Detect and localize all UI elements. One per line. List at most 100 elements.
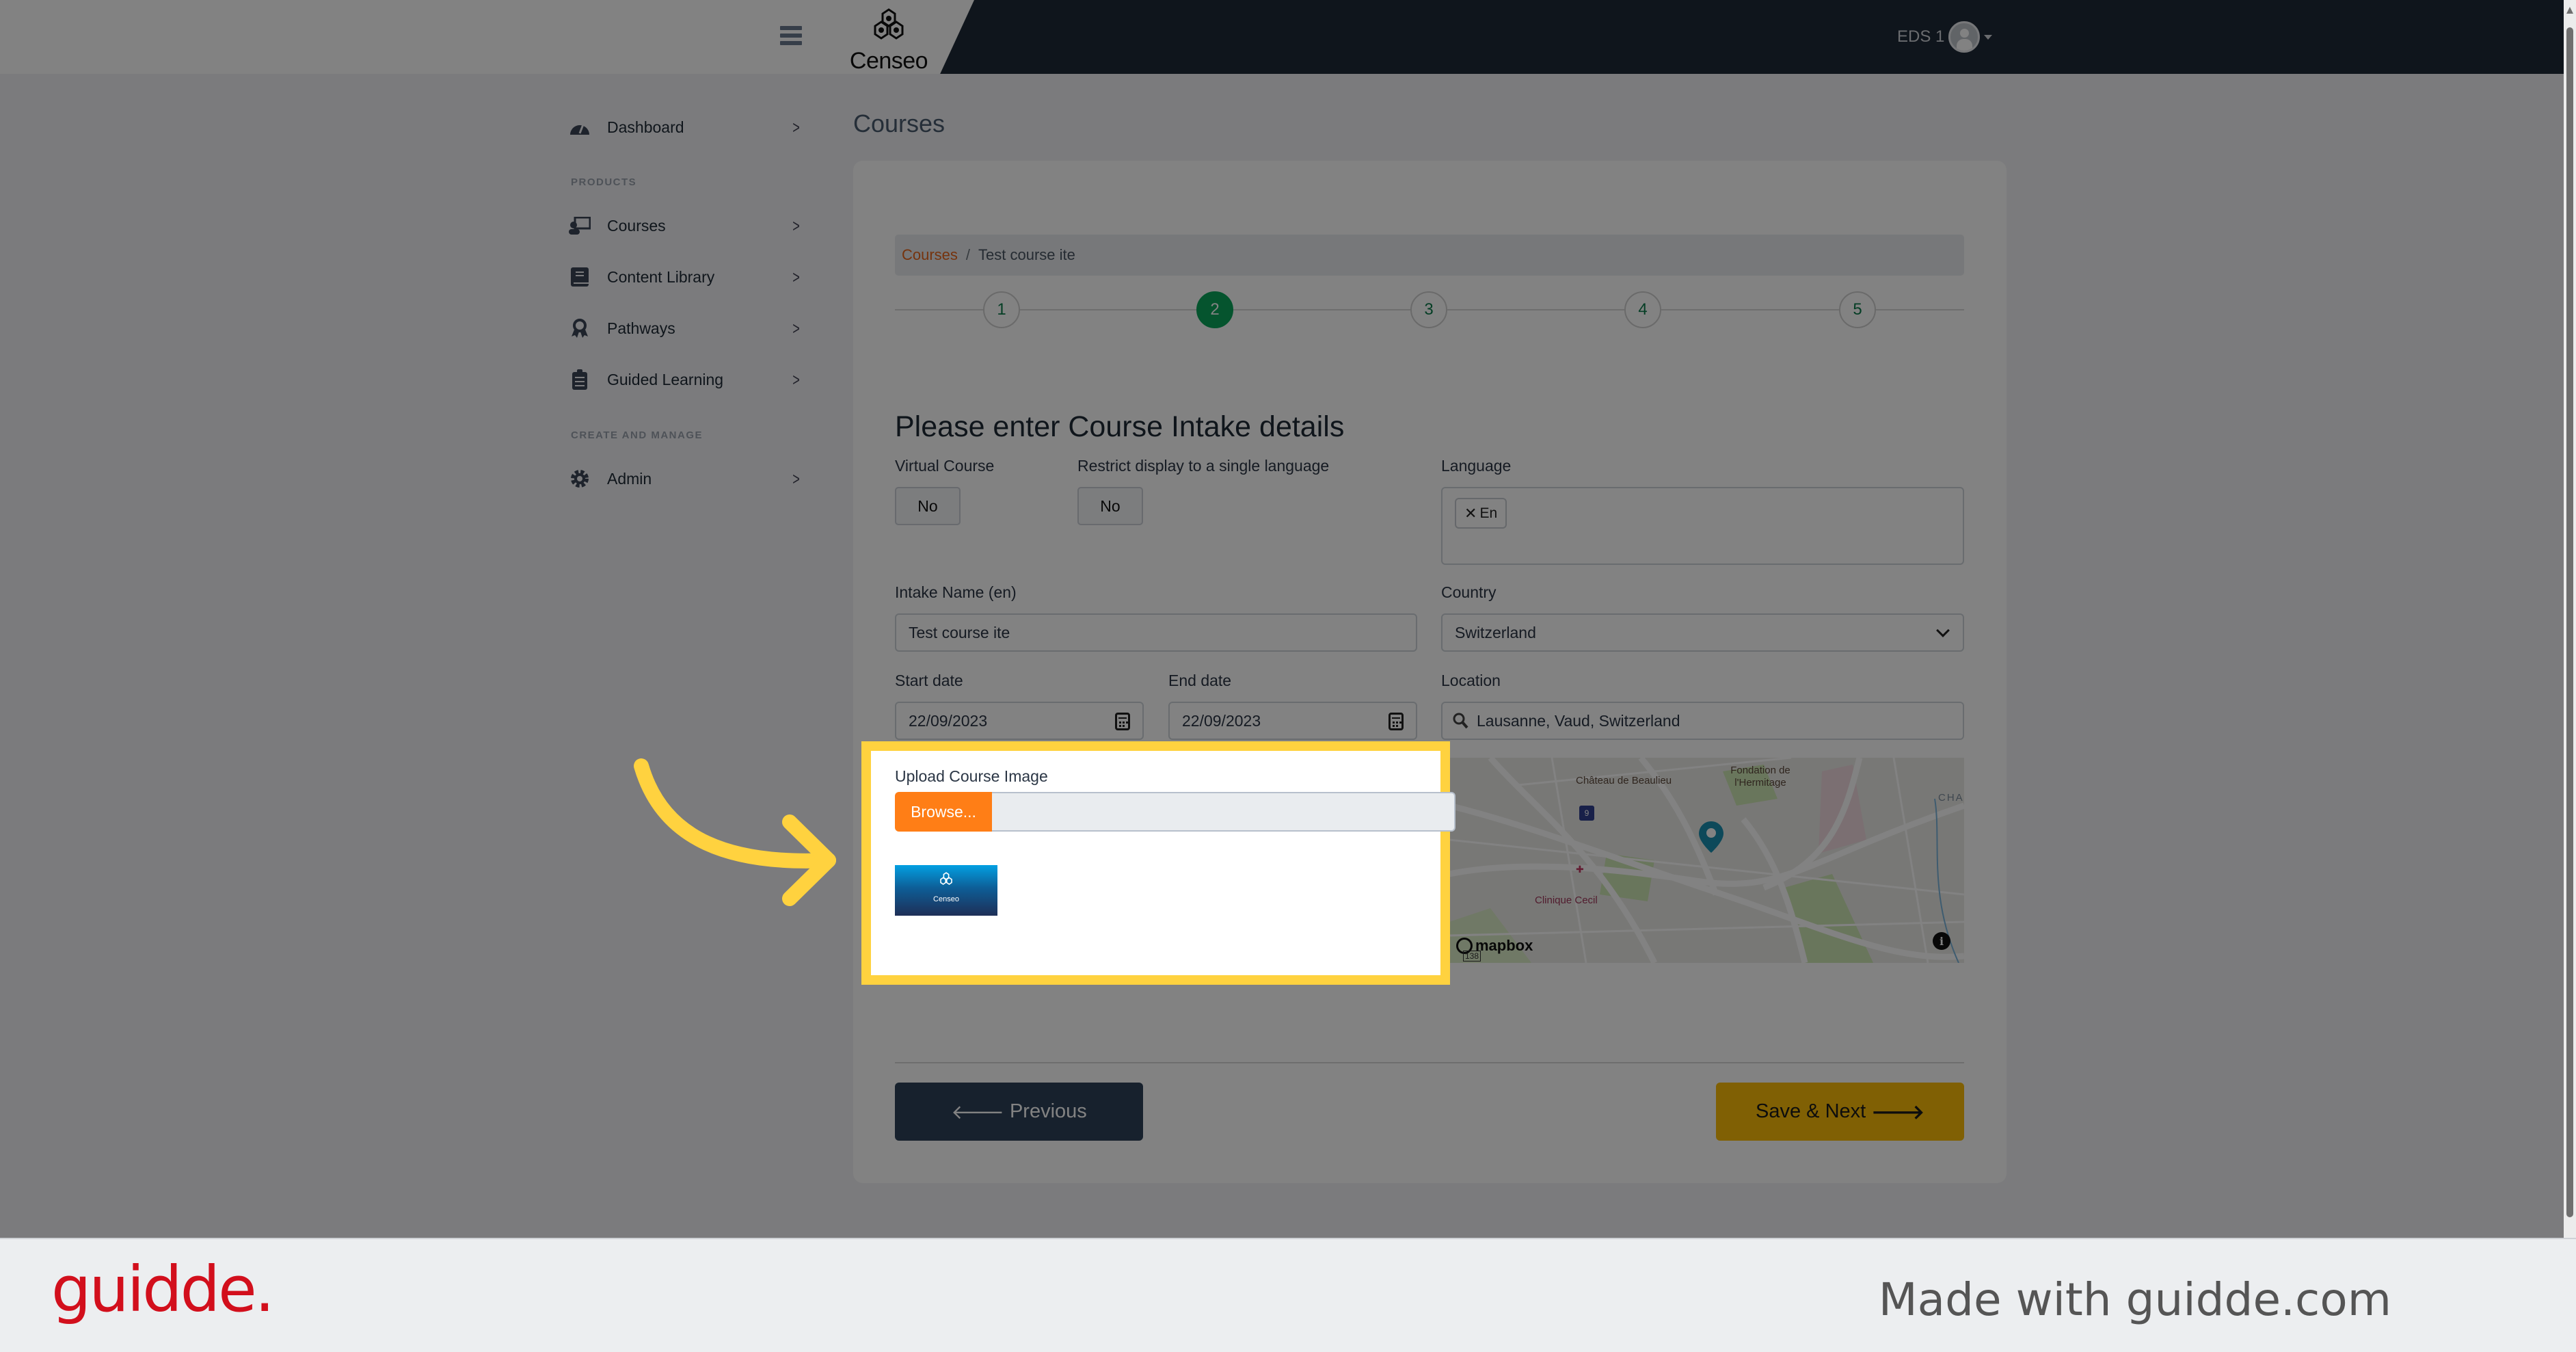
search-icon bbox=[1453, 713, 1468, 729]
end-date-input[interactable]: 22/09/2023 bbox=[1168, 702, 1417, 740]
sidebar-item-label: Pathways bbox=[607, 319, 675, 337]
caret-down-icon bbox=[1984, 34, 1993, 40]
previous-button-label: Previous bbox=[1009, 1100, 1087, 1122]
file-upload-input[interactable]: Browse... bbox=[895, 792, 1455, 832]
scrollbar-thumb[interactable] bbox=[2566, 27, 2573, 1217]
user-name: EDS 1 bbox=[1897, 27, 1945, 46]
step-4[interactable]: 4 bbox=[1624, 291, 1661, 328]
start-date-value: 22/09/2023 bbox=[909, 711, 988, 730]
mapbox-attribution: mapbox bbox=[1475, 937, 1533, 954]
step-5[interactable]: 5 bbox=[1839, 291, 1876, 328]
made-with-guidde: Made with guidde.com bbox=[1878, 1273, 2391, 1326]
virtual-course-label: Virtual Course bbox=[895, 457, 995, 475]
scroll-up-icon[interactable] bbox=[2566, 7, 2573, 14]
censeo-logo-icon bbox=[874, 8, 904, 40]
location-map[interactable]: Château de Beaulieu Fondation de l'Hermi… bbox=[1449, 758, 1964, 963]
censeo-logo[interactable]: Censeo bbox=[848, 7, 930, 74]
censeo-logo-icon bbox=[895, 872, 997, 892]
map-label: Château de Beaulieu bbox=[1576, 775, 1672, 786]
country-select[interactable]: Switzerland bbox=[1441, 613, 1964, 652]
preview-logo-text: Censeo bbox=[933, 895, 959, 903]
step-3[interactable]: 3 bbox=[1410, 291, 1447, 328]
sidebar-item-courses[interactable]: Courses > bbox=[567, 205, 814, 246]
intake-name-input[interactable]: Test course ite bbox=[895, 613, 1417, 652]
sidebar-item-admin[interactable]: Admin > bbox=[567, 458, 814, 499]
sidebar-item-content-library[interactable]: Content Library > bbox=[567, 256, 814, 297]
save-next-button-label: Save & Next bbox=[1756, 1100, 1866, 1122]
page-scrollbar[interactable] bbox=[2564, 0, 2576, 1238]
sidebar-item-dashboard[interactable]: Dashboard > bbox=[567, 107, 814, 148]
user-avatar-icon bbox=[1948, 21, 1981, 53]
location-search-input[interactable]: Lausanne, Vaud, Switzerland bbox=[1441, 702, 1964, 740]
save-next-button[interactable]: Save & Next 🡒 bbox=[1716, 1083, 1964, 1141]
restrict-language-label: Restrict display to a single language bbox=[1077, 457, 1330, 475]
road-badge: 9 bbox=[1579, 806, 1594, 821]
hospital-icon: ✚ bbox=[1576, 864, 1584, 875]
navbar-brand-area bbox=[0, 0, 974, 74]
sidebar-item-label: Courses bbox=[607, 216, 666, 235]
country-label: Country bbox=[1441, 583, 1497, 601]
sidebar-item-label: Admin bbox=[607, 469, 652, 488]
calendar-icon[interactable] bbox=[1388, 713, 1404, 730]
sidebar-item-pathways[interactable]: Pathways > bbox=[567, 308, 814, 349]
chevron-right-icon: > bbox=[792, 215, 800, 236]
logo-text: Censeo bbox=[849, 48, 928, 74]
hamburger-menu-icon[interactable] bbox=[780, 26, 802, 47]
chevron-right-icon: > bbox=[792, 266, 800, 287]
map-tiles bbox=[1449, 758, 1964, 963]
breadcrumb-separator: / bbox=[965, 246, 971, 263]
previous-button[interactable]: 🡐 Previous bbox=[895, 1083, 1143, 1141]
upload-course-image-label: Upload Course Image bbox=[895, 767, 1048, 785]
book-icon bbox=[567, 265, 592, 289]
map-label: Fondation de l'Hermitage bbox=[1730, 765, 1790, 788]
clipboard-list-icon bbox=[567, 367, 592, 392]
course-image-preview: Censeo bbox=[895, 865, 997, 916]
file-name-field[interactable] bbox=[992, 792, 1455, 832]
chevron-right-icon: > bbox=[792, 369, 800, 390]
sidebar-item-label: Content Library bbox=[607, 267, 715, 286]
start-date-input[interactable]: 22/09/2023 bbox=[895, 702, 1144, 740]
breadcrumb: Courses / Test course ite bbox=[895, 235, 1964, 276]
virtual-course-toggle[interactable]: No bbox=[895, 487, 961, 525]
top-navbar: Censeo EDS 1 bbox=[0, 0, 2564, 74]
user-menu[interactable]: EDS 1 bbox=[1897, 21, 1993, 53]
map-label: CHA bbox=[1938, 792, 1964, 804]
breadcrumb-current: Test course ite bbox=[978, 246, 1075, 263]
restrict-language-toggle[interactable]: No bbox=[1077, 487, 1143, 525]
location-label: Location bbox=[1441, 672, 1501, 689]
language-chip[interactable]: ✕ En bbox=[1455, 498, 1507, 529]
start-date-label: Start date bbox=[895, 672, 963, 689]
page-title: Courses bbox=[853, 109, 945, 137]
chevron-right-icon: > bbox=[792, 116, 800, 137]
end-date-value: 22/09/2023 bbox=[1182, 711, 1261, 730]
chalkboard-teacher-icon bbox=[567, 213, 592, 238]
language-chip-label: En bbox=[1479, 505, 1498, 521]
sidebar-section-create-manage: CREATE AND MANAGE bbox=[571, 429, 703, 441]
guide-arrow-icon bbox=[634, 758, 836, 906]
remove-chip-icon[interactable]: ✕ bbox=[1464, 505, 1477, 522]
award-ribbon-icon bbox=[567, 316, 592, 341]
road-badge: 138 bbox=[1463, 951, 1481, 962]
form-heading: Please enter Course Intake details bbox=[895, 410, 1345, 443]
location-value: Lausanne, Vaud, Switzerland bbox=[1477, 711, 1680, 730]
end-date-label: End date bbox=[1168, 672, 1232, 689]
highlight-upload-course-image: Upload Course Image Browse... Censeo bbox=[861, 741, 1455, 985]
guidde-footer: guidde. Made with guidde.com bbox=[0, 1238, 2576, 1352]
arrow-left-icon: 🡐 bbox=[951, 1101, 1004, 1124]
intake-name-label: Intake Name (en) bbox=[895, 583, 1017, 601]
app-window: Censeo EDS 1 Dashboard > PRODUCTS Course… bbox=[0, 0, 2564, 1238]
language-label: Language bbox=[1441, 457, 1512, 475]
step-1[interactable]: 1 bbox=[983, 291, 1020, 328]
browse-button[interactable]: Browse... bbox=[895, 792, 992, 832]
language-multiselect[interactable]: ✕ En bbox=[1441, 487, 1964, 565]
sidebar-item-guided-learning[interactable]: Guided Learning > bbox=[567, 359, 814, 400]
arrow-right-icon: 🡒 bbox=[1871, 1101, 1924, 1124]
step-2-active[interactable]: 2 bbox=[1196, 291, 1233, 328]
chevron-right-icon: > bbox=[792, 317, 800, 339]
chevron-right-icon: > bbox=[792, 468, 800, 489]
map-pin-icon[interactable] bbox=[1699, 821, 1723, 853]
map-info-icon[interactable]: i bbox=[1933, 932, 1950, 950]
dashboard-gauge-icon bbox=[567, 115, 592, 140]
breadcrumb-courses-link[interactable]: Courses bbox=[902, 246, 958, 264]
calendar-icon[interactable] bbox=[1115, 713, 1130, 730]
